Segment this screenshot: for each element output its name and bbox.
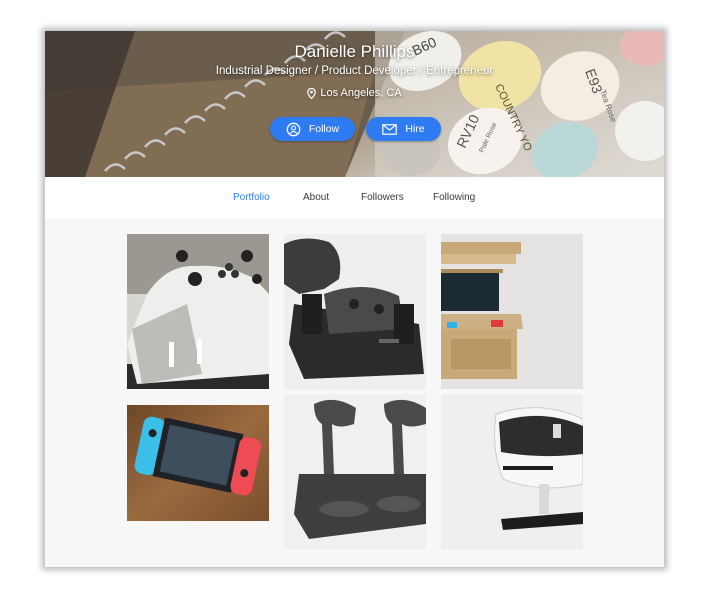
portfolio-item-vr-controller-dock[interactable]: [284, 394, 426, 549]
arcade-cabinet-image: [441, 234, 583, 389]
profile-location: Los Angeles, CA: [45, 87, 664, 99]
portfolio-item-handheld-console[interactable]: [127, 405, 269, 521]
tab-followers[interactable]: Followers: [361, 192, 404, 203]
hire-button[interactable]: Hire: [366, 117, 441, 141]
tab-following[interactable]: Following: [433, 192, 475, 203]
profile-tabs: Portfolio About Followers Following: [45, 177, 664, 219]
follow-button[interactable]: Follow: [270, 117, 355, 141]
profile-tagline: Industrial Designer / Product Developer …: [215, 65, 494, 77]
hire-label: Hire: [405, 123, 425, 135]
handheld-console-image: [127, 405, 269, 521]
tab-about[interactable]: About: [303, 192, 329, 203]
location-pin-icon: [307, 87, 317, 99]
hero-banner: B60 COUNTRY YO E93 RV10 Tea Rose Pale Ro…: [45, 31, 664, 177]
follow-label: Follow: [308, 123, 340, 135]
tab-portfolio[interactable]: Portfolio: [233, 192, 270, 203]
profile-name: Danielle Phillips: [294, 42, 415, 61]
portfolio-item-vr-headset-stand[interactable]: [441, 394, 583, 549]
portfolio-grid: [45, 219, 664, 567]
vr-headset-stand-image: [441, 394, 583, 549]
portfolio-item-controller-dock[interactable]: [127, 234, 269, 389]
mail-icon: [382, 123, 398, 135]
location-text: Los Angeles, CA: [320, 87, 402, 99]
controller-dock-image: [127, 234, 269, 389]
vr-controller-dock-image: [284, 394, 426, 549]
portfolio-item-arcade-cabinet[interactable]: [441, 234, 583, 389]
profile-page: B60 COUNTRY YO E93 RV10 Tea Rose Pale Ro…: [45, 31, 664, 567]
portfolio-item-controller-stand[interactable]: [284, 234, 426, 389]
follow-icon: [286, 122, 301, 136]
controller-stand-image: [284, 234, 426, 389]
